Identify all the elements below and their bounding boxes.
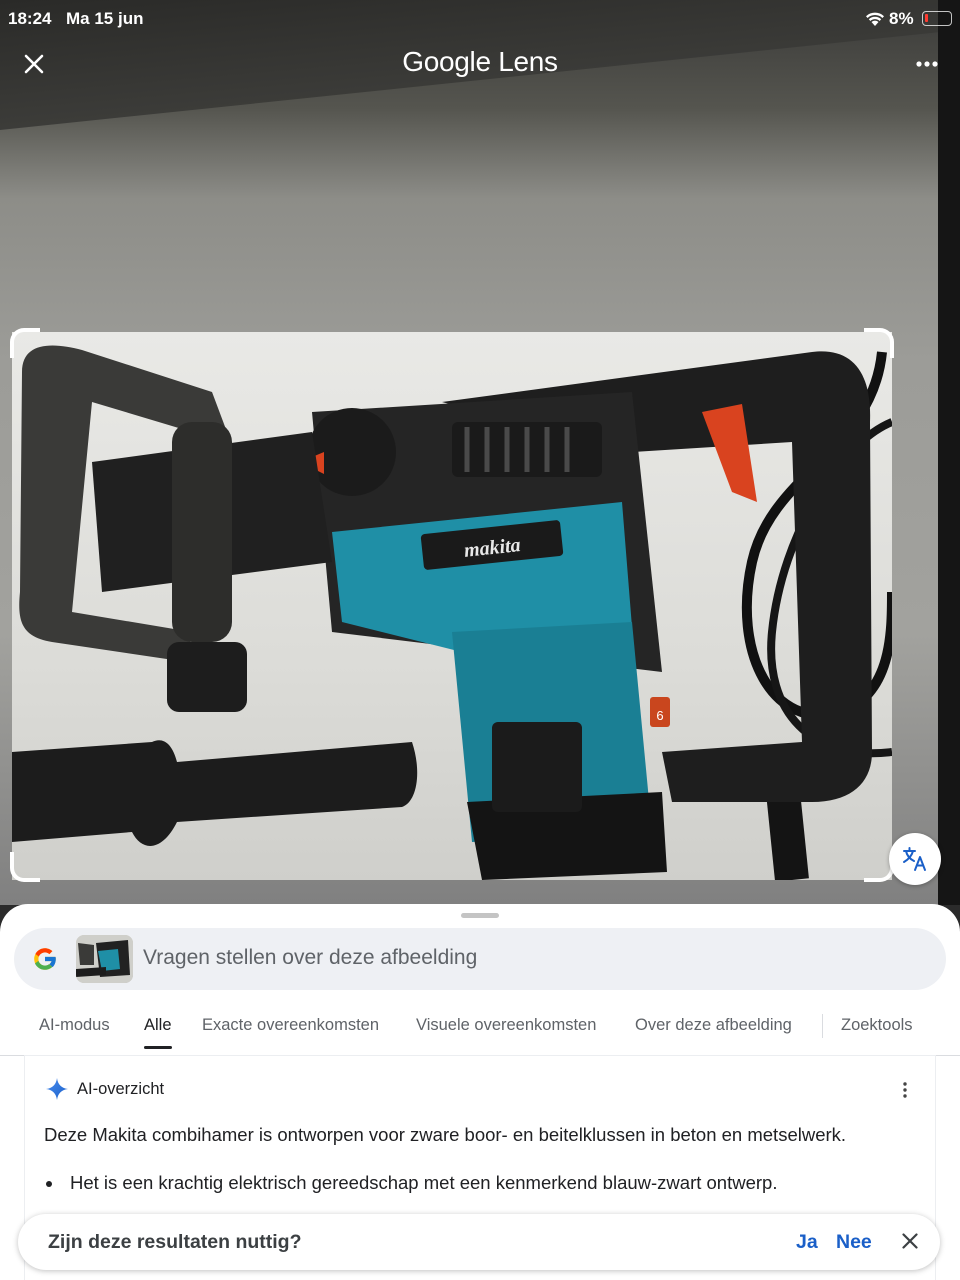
translate-icon [903, 847, 926, 871]
tab-search-tools[interactable]: Zoektools [841, 1016, 913, 1035]
ai-overview-bullet: Het is een krachtig elektrisch gereedsch… [44, 1170, 914, 1196]
search-placeholder: Vragen stellen over deze afbeelding [143, 946, 478, 969]
status-date: Ma 15 jun [66, 9, 144, 28]
feedback-close-button[interactable] [897, 1228, 923, 1254]
feedback-yes-button[interactable]: Ja [796, 1231, 818, 1254]
gemini-sparkle-icon [46, 1078, 68, 1100]
selected-image-region[interactable]: makita 6 [12, 332, 892, 880]
dial-number: 6 [656, 708, 663, 723]
more-horizontal-icon [916, 61, 938, 67]
dark-edge [938, 0, 960, 905]
image-thumbnail[interactable] [76, 935, 133, 983]
tab-about-image[interactable]: Over deze afbeelding [635, 1016, 792, 1035]
ai-overview-header: AI-overzicht [45, 1076, 164, 1102]
more-options-button[interactable] [910, 48, 944, 80]
drill-thumbnail-image [76, 935, 133, 983]
ai-overview-menu-button[interactable] [893, 1078, 917, 1102]
battery-icon [922, 11, 952, 26]
result-tabs: AI-modus Alle Exacte overeenkomsten Visu… [0, 1002, 960, 1056]
tab-all[interactable]: Alle [144, 1016, 172, 1049]
ai-overview-title: AI-overzicht [77, 1079, 165, 1098]
status-time: 18:24 [8, 9, 52, 28]
crop-corner-top-left[interactable] [10, 328, 40, 358]
drill-photo: makita 6 [12, 345, 892, 880]
lens-header: Google Lens [0, 40, 960, 90]
app-title: Google Lens [402, 46, 558, 77]
tab-visual-matches[interactable]: Visuele overeenkomsten [416, 1016, 596, 1035]
ai-overview-summary: Deze Makita combihamer is ontworpen voor… [44, 1124, 847, 1145]
translate-button[interactable] [889, 833, 941, 885]
more-vertical-icon [903, 1082, 907, 1098]
crop-corner-top-right[interactable] [864, 328, 894, 358]
sheet-drag-handle[interactable] [461, 913, 499, 918]
close-icon [902, 1233, 918, 1249]
google-logo-icon [34, 948, 57, 970]
feedback-bar: Zijn deze resultaten nuttig? Ja Nee [18, 1214, 940, 1270]
battery-percentage: 8% [889, 9, 914, 28]
wifi-icon [866, 12, 884, 26]
search-bar[interactable]: Vragen stellen over deze afbeelding [14, 928, 946, 990]
feedback-no-button[interactable]: Nee [836, 1231, 872, 1254]
feedback-question: Zijn deze resultaten nuttig? [48, 1231, 302, 1253]
crop-corner-bottom-left[interactable] [10, 852, 40, 882]
tabs-divider [822, 1014, 823, 1038]
tab-exact-matches[interactable]: Exacte overeenkomsten [202, 1016, 379, 1035]
status-bar: 18:24 Ma 15 jun 8% [0, 0, 960, 38]
tab-ai-mode[interactable]: AI-modus [39, 1016, 110, 1035]
